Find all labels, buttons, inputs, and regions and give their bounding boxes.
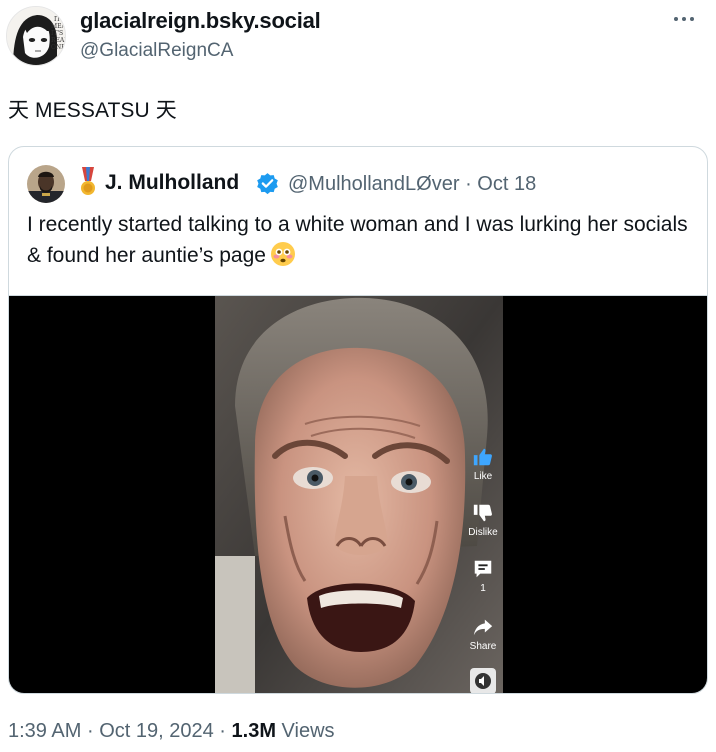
quoted-handle[interactable]: @MulhollandLØver (288, 173, 460, 195)
quoted-date[interactable]: Oct 18 (477, 173, 536, 195)
comment-icon (474, 560, 492, 578)
military-medal-icon (81, 167, 95, 195)
video-still-image (215, 296, 503, 693)
post-time[interactable]: 1:39 AM (8, 720, 81, 742)
dislike-label: Dislike (468, 527, 498, 538)
video-comment-button[interactable]: 1 (463, 558, 503, 594)
quoted-meta: @MulhollandLØver · Oct 18 (288, 173, 536, 196)
like-label: Like (473, 471, 493, 482)
portrait-avatar-icon (27, 165, 65, 203)
author-avatar[interactable]: IT MEANS IT'S A REAL ONE (6, 6, 66, 66)
svg-text:IT'S A: IT'S A (51, 30, 66, 37)
svg-text:MEANS: MEANS (51, 23, 66, 30)
video-sound-button[interactable] (463, 668, 503, 693)
flushed-face-emoji-icon (270, 242, 295, 266)
more-options-icon[interactable] (666, 4, 702, 34)
author-display-name[interactable]: glacialreign.bsky.social (80, 8, 321, 34)
quoted-author-name[interactable]: J. Mulholland (105, 171, 239, 195)
tweet-text: 天 MESSATSU 天 (8, 99, 177, 122)
views-count: 1.3M (231, 720, 276, 742)
video-share-button[interactable]: Share (463, 616, 503, 652)
footer-separator: · (86, 720, 94, 742)
views-label: Views (281, 720, 335, 742)
footer-separator: · (219, 720, 226, 742)
quoted-tweet-text: I recently started talking to a white wo… (27, 209, 697, 271)
meta-separator: · (465, 173, 472, 195)
tweet: IT MEANS IT'S A REAL ONE glacialreign.bs… (0, 0, 716, 752)
video-like-button[interactable]: Like (463, 446, 503, 482)
post-date[interactable]: Oct 19, 2024 (99, 720, 214, 742)
share-arrow-icon (473, 619, 493, 636)
tweet-footer: 1:39 AM · Oct 19, 2024 · 1.3M Views (8, 720, 335, 743)
quoted-author-avatar[interactable] (27, 165, 65, 203)
svg-text:ONE: ONE (51, 44, 66, 51)
thumbs-down-icon (473, 504, 492, 522)
quoted-tweet-card[interactable]: J. Mulholland @MulhollandLØver · Oct 18 … (8, 146, 708, 694)
quoted-text-body: I recently started talking to a white wo… (27, 213, 688, 267)
speaker-icon (470, 668, 496, 693)
svg-text:REAL: REAL (51, 37, 66, 44)
share-label: Share (469, 641, 497, 652)
author-handle[interactable]: @GlacialReignCA (80, 40, 233, 62)
anime-character-avatar-icon: IT MEANS IT'S A REAL ONE (7, 7, 66, 65)
comment-count: 1 (480, 583, 486, 594)
video-dislike-button[interactable]: Dislike (463, 502, 503, 538)
video-frame: Like Dislike 1 Share (215, 296, 503, 693)
verified-badge-icon (257, 173, 278, 195)
svg-text:IT: IT (54, 16, 60, 23)
thumbs-up-icon (473, 448, 492, 466)
video-player[interactable]: Like Dislike 1 Share (9, 295, 707, 693)
